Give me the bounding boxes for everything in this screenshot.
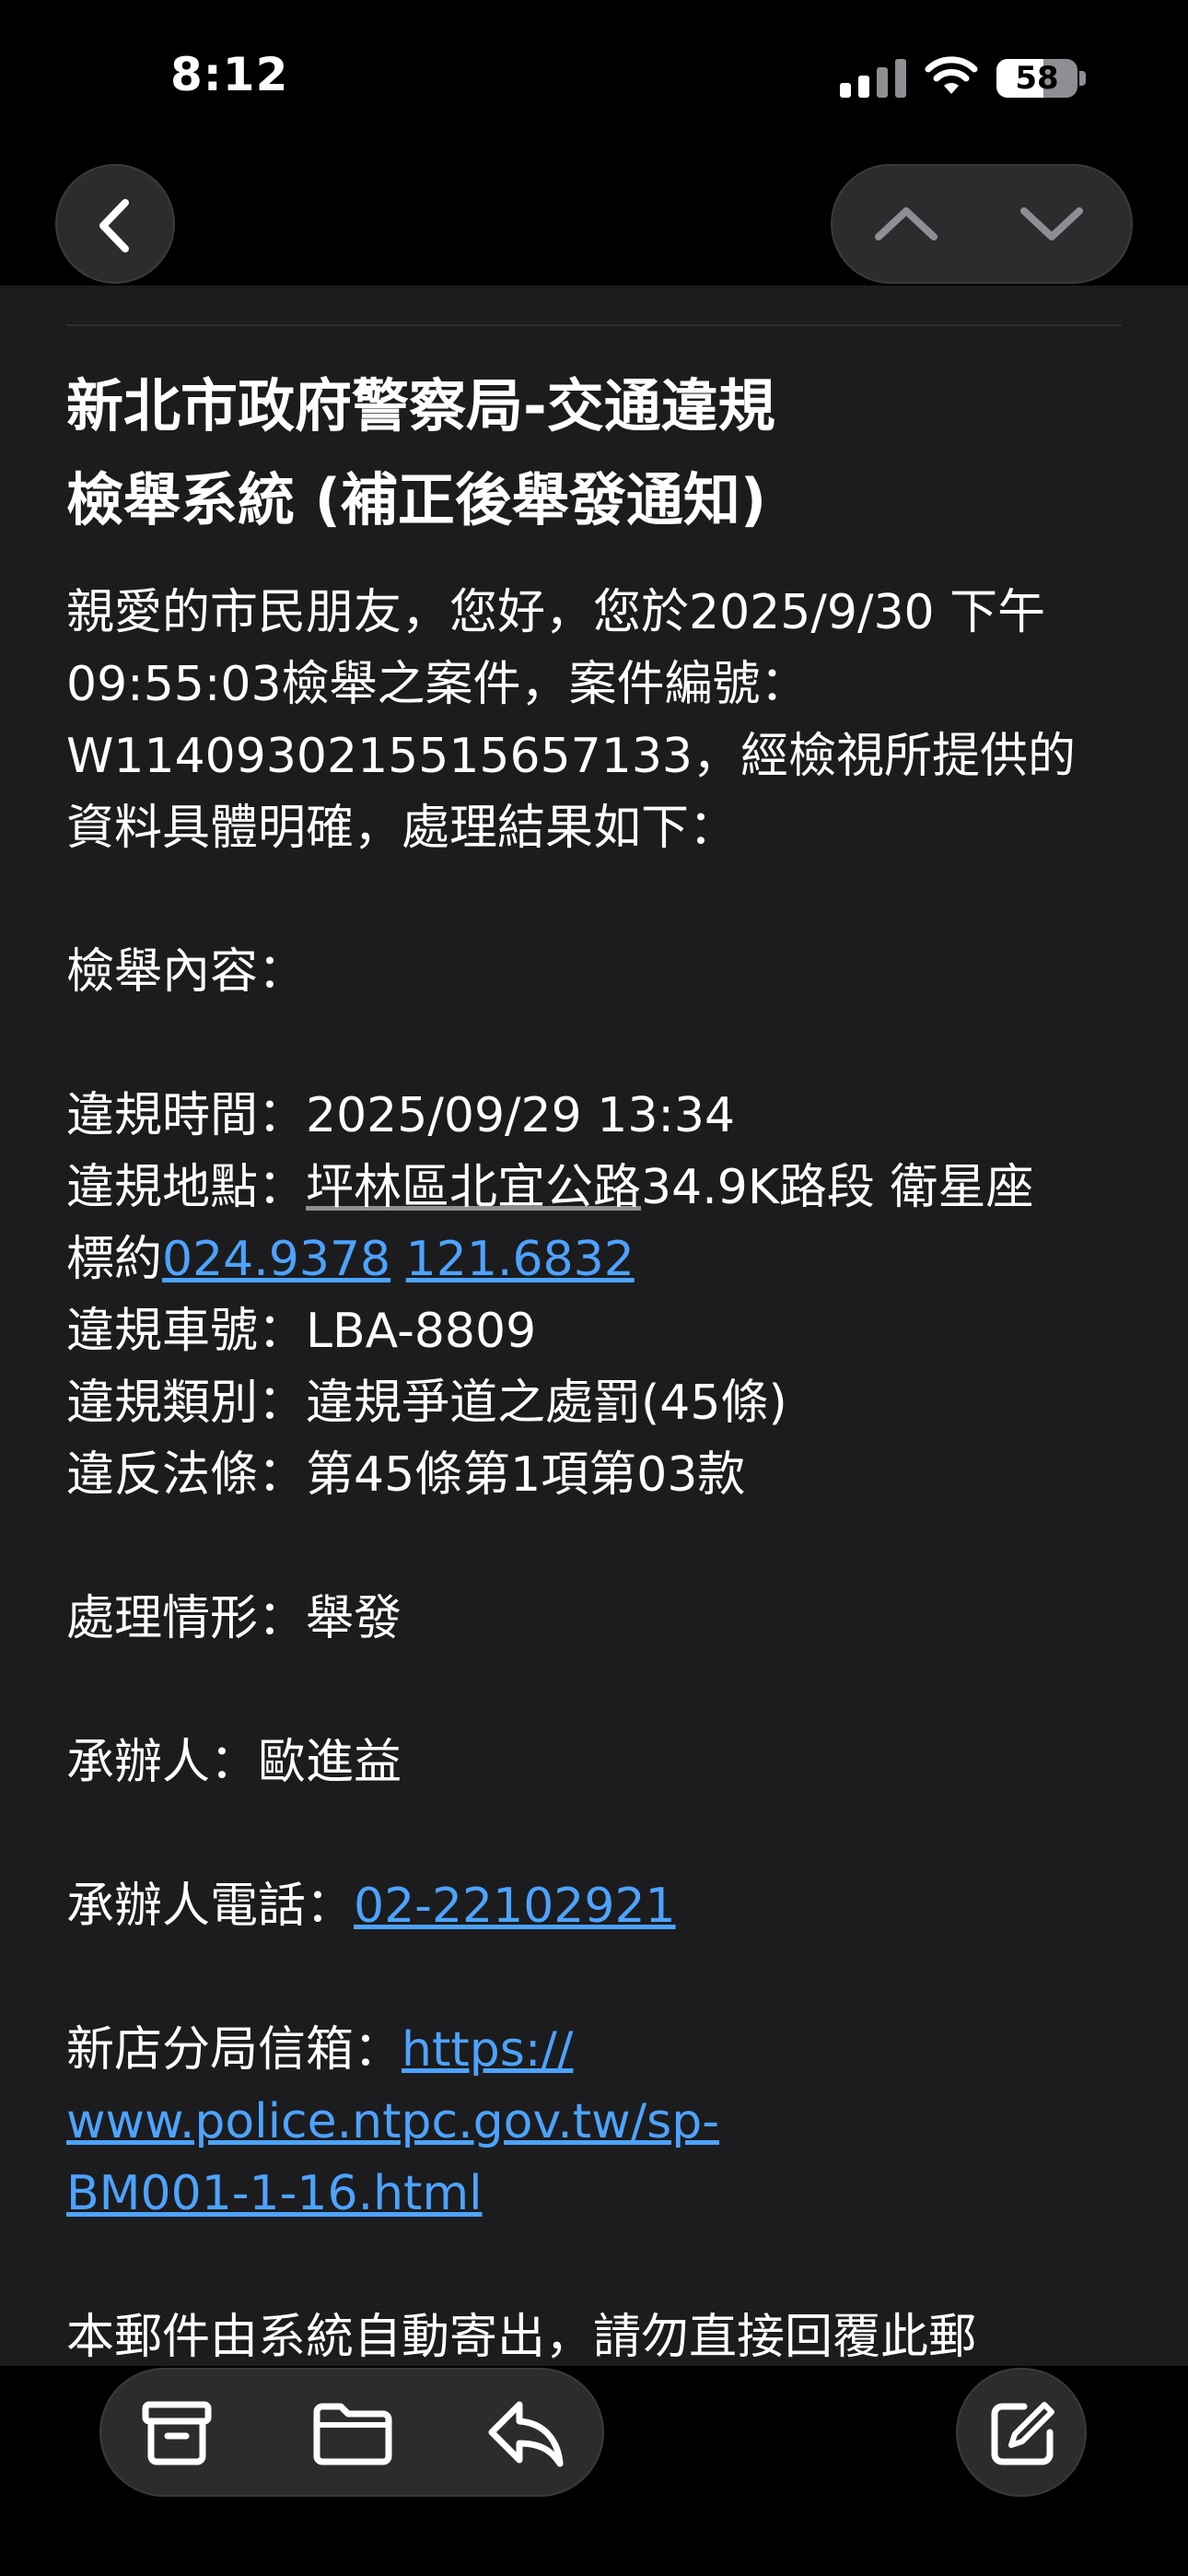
location-prefix: 違規地點： — [66, 1160, 307, 1215]
battery-cap — [1079, 71, 1086, 86]
coordinates: 標約024.9378 121.6832 — [66, 1224, 1125, 1295]
intro-line-1: 親愛的市民朋友，您好，您於2025/9/30 下午 — [66, 585, 1046, 640]
mailbox-link-part-1[interactable]: https:// — [402, 2022, 573, 2078]
officer-phone: 承辦人電話：02-22102921 — [66, 1870, 1125, 1942]
cellular-signal-icon — [840, 57, 906, 98]
email-body: 親愛的市民朋友，您好，您於2025/9/30 下午 09:55:03檢舉之案件，… — [66, 577, 1125, 2373]
location-place-link[interactable]: 坪林區北宜公路 — [306, 1160, 641, 1215]
battery-percent: 58 — [1015, 60, 1059, 97]
header-divider — [66, 324, 1122, 326]
mailbox-link-part-3[interactable]: BM001-1-16.html — [66, 2166, 483, 2221]
intro-line-2: 09:55:03檢舉之案件，案件編號： — [66, 657, 809, 712]
violation-time: 違規時間：2025/09/29 13:34 — [66, 1088, 736, 1143]
mailbox-link-part-2[interactable]: www.police.ntpc.gov.tw/sp- — [66, 2094, 719, 2149]
compose-button[interactable] — [956, 2368, 1087, 2497]
officer: 承辦人：歐進益 — [66, 1735, 402, 1790]
latitude-link[interactable]: 024.9378 — [162, 1232, 390, 1287]
violation-category: 違規類別：違規爭道之處罰(45條) — [66, 1376, 787, 1431]
wifi-icon — [925, 56, 978, 94]
intro-line-4: 資料具體明確，處理結果如下： — [66, 801, 738, 856]
content-heading: 檢舉內容： — [66, 944, 307, 1000]
license-plate: 違規車號：LBA-8809 — [66, 1304, 537, 1359]
coords-prefix: 標約 — [66, 1232, 163, 1287]
status-time: 8:12 — [170, 48, 289, 101]
longitude-link[interactable]: 121.6832 — [406, 1232, 635, 1287]
subject-line-2: 檢舉系統 (補正後舉發通知) — [66, 466, 767, 533]
compose-icon — [991, 2402, 1054, 2465]
intro-line-3: W1140930215515657133，經檢視所提供的 — [66, 729, 1077, 784]
toolbar-actions — [99, 2368, 604, 2497]
location-rest: 34.9K路段 衛星座 — [641, 1160, 1034, 1215]
back-button[interactable] — [55, 164, 175, 284]
reply-icon[interactable] — [486, 2397, 564, 2469]
phone-label: 承辦人電話： — [66, 1879, 355, 1934]
mailbox: 新店分局信箱：https:// — [66, 2014, 1125, 2086]
chevron-down-icon[interactable] — [1017, 189, 1087, 259]
violation-location: 違規地點：坪林區北宜公路34.9K路段 衛星座 — [66, 1152, 1125, 1224]
message-navigation — [831, 164, 1133, 284]
handling-status: 處理情形：舉發 — [66, 1591, 402, 1646]
mailbox-label: 新店分局信箱： — [66, 2022, 402, 2078]
email-content: 新北市政府警察局-交通違規 檢舉系統 (補正後舉發通知) 親愛的市民朋友，您好，… — [66, 359, 1125, 2373]
battery-icon: 58 — [996, 59, 1077, 98]
folder-icon[interactable] — [313, 2401, 392, 2465]
email-subject: 新北市政府警察局-交通違規 檢舉系統 (補正後舉發通知) — [66, 359, 1125, 547]
chevron-left-icon — [99, 199, 129, 252]
violated-law: 違反法條：第45條第1項第03款 — [66, 1447, 746, 1503]
subject-line-1: 新北市政府警察局-交通違規 — [66, 372, 775, 439]
phone-link[interactable]: 02-22102921 — [354, 1879, 676, 1934]
footer-note: 本郵件由系統自動寄出，請勿直接回覆此郵 — [66, 2310, 977, 2365]
chevron-up-icon[interactable] — [871, 189, 941, 259]
archive-icon[interactable] — [142, 2401, 212, 2465]
